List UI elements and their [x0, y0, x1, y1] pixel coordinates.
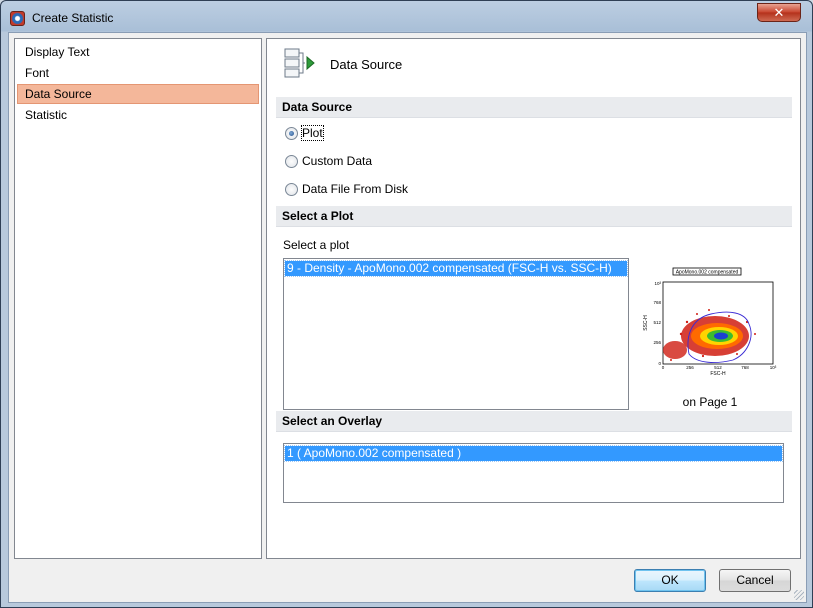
radio-data-file-button[interactable] [285, 182, 298, 196]
x-tick: 10³ [770, 365, 777, 370]
dialog-window: Create Statistic ✕ Display Text Font Dat… [0, 0, 813, 608]
radio-data-file[interactable]: Data File From Disk [285, 181, 408, 197]
x-tick: 512 [714, 365, 722, 370]
x-axis-label: FSC-H [710, 371, 726, 377]
nav-item-font[interactable]: Font [17, 63, 259, 83]
y-tick: 10³ [654, 281, 661, 286]
close-button[interactable]: ✕ [757, 3, 801, 22]
preview-caption: on Page 1 [682, 395, 738, 409]
radio-plot[interactable]: Plot [285, 125, 324, 141]
window-title: Create Statistic [32, 11, 114, 25]
nav-item-data-source[interactable]: Data Source [17, 84, 259, 104]
y-tick: 512 [653, 320, 661, 325]
dialog-body: Display Text Font Data Source Statistic … [8, 32, 807, 603]
nav-item-display-text[interactable]: Display Text [17, 42, 259, 62]
page-title: Data Source [330, 57, 403, 72]
plot-listbox[interactable]: 9 - Density - ApoMono.002 compensated (F… [283, 258, 629, 410]
x-tick: 0 [662, 365, 665, 370]
data-source-icon [284, 48, 315, 78]
overlay-listbox[interactable]: 1 ( ApoMono.002 compensated ) [283, 443, 784, 503]
title-bar[interactable]: Create Statistic ✕ [1, 1, 812, 33]
content-panel: Data Source Data Source Plot Custom Data… [266, 38, 801, 559]
cancel-button[interactable]: Cancel [719, 569, 791, 592]
section-data-source: Data Source [276, 97, 792, 118]
y-tick: 768 [653, 300, 661, 305]
radio-plot-label[interactable]: Plot [301, 125, 324, 141]
radio-custom-data[interactable]: Custom Data [285, 153, 372, 169]
y-axis-label: SSC-H [643, 315, 649, 331]
nav-item-statistic[interactable]: Statistic [17, 105, 259, 125]
x-tick: 256 [686, 365, 694, 370]
y-tick: 256 [653, 340, 661, 345]
ok-button[interactable]: OK [634, 569, 706, 592]
radio-data-file-label[interactable]: Data File From Disk [302, 182, 408, 196]
preview-title: ApoMono.002 compensated [676, 270, 739, 276]
resize-grip[interactable] [794, 590, 804, 600]
radio-custom-data-label[interactable]: Custom Data [302, 154, 372, 168]
radio-plot-button[interactable] [285, 126, 298, 140]
radio-custom-data-button[interactable] [285, 154, 298, 168]
overlay-list-item[interactable]: 1 ( ApoMono.002 compensated ) [284, 445, 783, 462]
category-nav: Display Text Font Data Source Statistic [14, 38, 262, 559]
app-icon [10, 11, 25, 26]
section-select-overlay: Select an Overlay [276, 411, 792, 432]
plot-preview: ApoMono.002 compensated 0 256 512 768 10… [643, 267, 777, 377]
section-select-plot: Select a Plot [276, 206, 792, 227]
x-tick: 768 [741, 365, 749, 370]
plot-list-item[interactable]: 9 - Density - ApoMono.002 compensated (F… [284, 260, 628, 277]
select-plot-label: Select a plot [283, 238, 350, 252]
